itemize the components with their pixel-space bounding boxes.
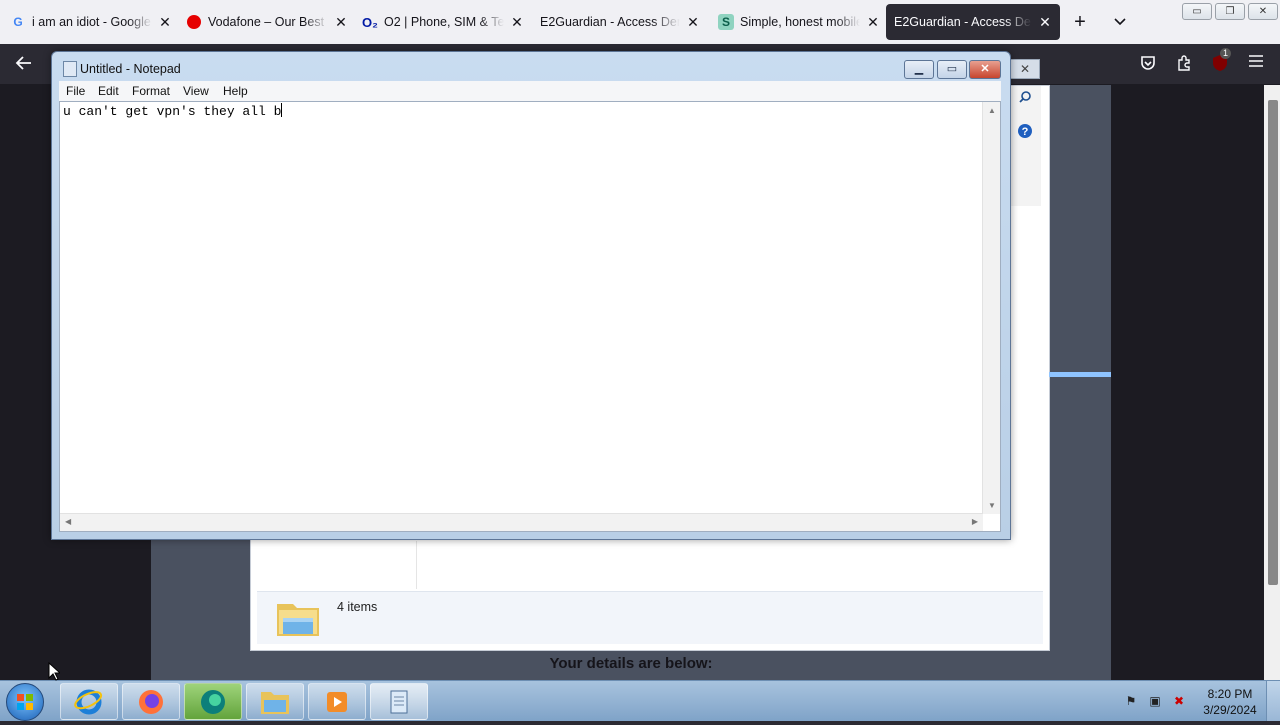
pane-divider — [416, 541, 417, 589]
editor-text: u can't get vpn's they all b — [63, 103, 283, 119]
tab-close-icon[interactable]: ✕ — [158, 14, 172, 31]
menu-help[interactable]: Help — [223, 84, 248, 98]
details-heading: Your details are below: — [549, 655, 713, 672]
firefox-icon — [139, 689, 163, 714]
vodafone-favicon-icon — [186, 14, 202, 30]
notepad-icon — [63, 61, 77, 77]
notepad-window: Untitled - Notepad ▁ ▭ ✕ File Edit Forma… — [51, 51, 1011, 540]
internet-explorer-icon — [74, 689, 103, 714]
new-tab-button[interactable]: + — [1070, 12, 1090, 32]
tab-title: E2Guardian - Access Deni — [894, 15, 1032, 29]
menu-format[interactable]: Format — [132, 84, 170, 98]
item-count: 4 items — [337, 600, 378, 614]
explorer-status-bar: 4 items — [257, 591, 1043, 644]
restore-window-button[interactable]: ❐ — [1215, 3, 1245, 20]
taskbar-media-player[interactable] — [308, 683, 366, 720]
media-player-icon — [327, 691, 347, 712]
maximize-button[interactable]: ▭ — [937, 60, 967, 79]
svg-text:?: ? — [1022, 126, 1029, 138]
tab-close-icon[interactable]: ✕ — [866, 14, 880, 31]
taskbar-notepad[interactable] — [370, 683, 428, 720]
minimize-window-button[interactable]: ▭ — [1182, 3, 1212, 20]
tab-vodafone[interactable]: Vodafone – Our Best E ✕ — [186, 0, 348, 44]
search-icon — [1011, 86, 1039, 108]
o2-favicon-icon: O₂ — [362, 14, 378, 30]
text-editor[interactable]: u can't get vpn's they all b ▲ ▼ ◀ ▶ — [59, 101, 1001, 532]
page-scroll-thumb[interactable] — [1268, 100, 1278, 585]
menu-icon[interactable] — [1246, 54, 1266, 74]
ublock-icon[interactable]: 1 — [1210, 48, 1232, 74]
tab-close-icon[interactable]: ✕ — [334, 14, 348, 31]
s-favicon-icon: S — [718, 14, 734, 30]
tab-e2guardian-active[interactable]: E2Guardian - Access Deni ✕ — [886, 4, 1060, 40]
network-icon[interactable]: ▣ — [1148, 694, 1162, 708]
folder-icon — [261, 691, 289, 714]
mouse-cursor-icon — [48, 661, 62, 687]
windows-logo-icon — [17, 694, 33, 710]
taskbar: ⚑ ▣ ✖ 8:20 PM 3/29/2024 — [0, 680, 1280, 721]
taskbar-firefox[interactable] — [122, 683, 180, 720]
edge-icon — [201, 689, 225, 714]
list-all-tabs-button[interactable] — [1110, 12, 1130, 32]
window-title: Untitled - Notepad — [80, 62, 181, 76]
tab-title: O2 | Phone, SIM & Tec — [384, 15, 504, 29]
tab-o2[interactable]: O₂ O2 | Phone, SIM & Tec ✕ — [362, 0, 524, 44]
typed-text: u can't get vpn's they all b — [63, 104, 282, 119]
action-center-flag-icon[interactable]: ⚑ — [1124, 694, 1138, 708]
close-window-button[interactable]: ✕ — [1248, 3, 1278, 20]
extensions-icon[interactable] — [1174, 54, 1194, 74]
tab-google[interactable]: G i am an idiot - Google ✕ — [10, 0, 172, 44]
folder-icon — [275, 596, 321, 645]
tab-close-icon[interactable]: ✕ — [1038, 14, 1052, 31]
tab-simple-mobile[interactable]: S Simple, honest mobile ✕ — [718, 0, 880, 44]
tab-title: E2Guardian - Access Denie — [540, 15, 680, 29]
clock-time: 8:20 PM — [1207, 687, 1253, 701]
clock[interactable]: 8:20 PM 3/29/2024 — [1200, 686, 1260, 718]
volume-muted-icon[interactable]: ✖ — [1172, 694, 1186, 708]
close-button[interactable]: ✕ — [969, 60, 1001, 79]
tab-title: Simple, honest mobile — [740, 15, 860, 29]
taskbar-file-explorer[interactable] — [246, 683, 304, 720]
minimize-button[interactable]: ▁ — [904, 60, 934, 79]
menu-file[interactable]: File — [66, 84, 85, 98]
menu-edit[interactable]: Edit — [98, 84, 119, 98]
scroll-down-icon[interactable]: ▼ — [988, 501, 996, 510]
scroll-left-icon[interactable]: ◀ — [65, 517, 71, 526]
vertical-scrollbar[interactable]: ▲ ▼ — [982, 102, 1000, 514]
start-button[interactable] — [6, 683, 44, 721]
menu-view[interactable]: View — [183, 84, 209, 98]
explorer-close-icon: ✕ — [1010, 59, 1040, 79]
horizontal-scrollbar[interactable]: ◀ ▶ — [60, 513, 983, 531]
chevron-down-icon — [1114, 18, 1126, 26]
taskbar-edge[interactable] — [184, 683, 242, 720]
scroll-up-icon[interactable]: ▲ — [988, 106, 996, 115]
pocket-icon[interactable] — [1138, 54, 1158, 74]
help-icon: ? — [1011, 120, 1039, 142]
notepad-icon — [390, 690, 408, 713]
tab-title: Vodafone – Our Best E — [208, 15, 328, 29]
menu-bar: File Edit Format View Help — [59, 81, 1001, 101]
tab-close-icon[interactable]: ✕ — [686, 14, 700, 31]
back-icon[interactable] — [14, 54, 34, 74]
extension-badge: 1 — [1220, 48, 1232, 59]
text-caret — [281, 103, 283, 117]
browser-tab-bar: G i am an idiot - Google ✕ Vodafone – Ou… — [0, 0, 1280, 44]
google-favicon-icon: G — [13, 15, 23, 29]
scroll-right-icon[interactable]: ▶ — [972, 517, 978, 526]
taskbar-internet-explorer[interactable] — [60, 683, 118, 720]
show-desktop-button[interactable] — [1266, 681, 1280, 721]
clock-date: 3/29/2024 — [1203, 703, 1257, 717]
tab-title: i am an idiot - Google — [32, 15, 151, 29]
blue-highlight-bar — [1049, 372, 1111, 377]
tab-close-icon[interactable]: ✕ — [510, 14, 524, 31]
tab-e2guardian[interactable]: E2Guardian - Access Denie ✕ — [540, 0, 700, 44]
